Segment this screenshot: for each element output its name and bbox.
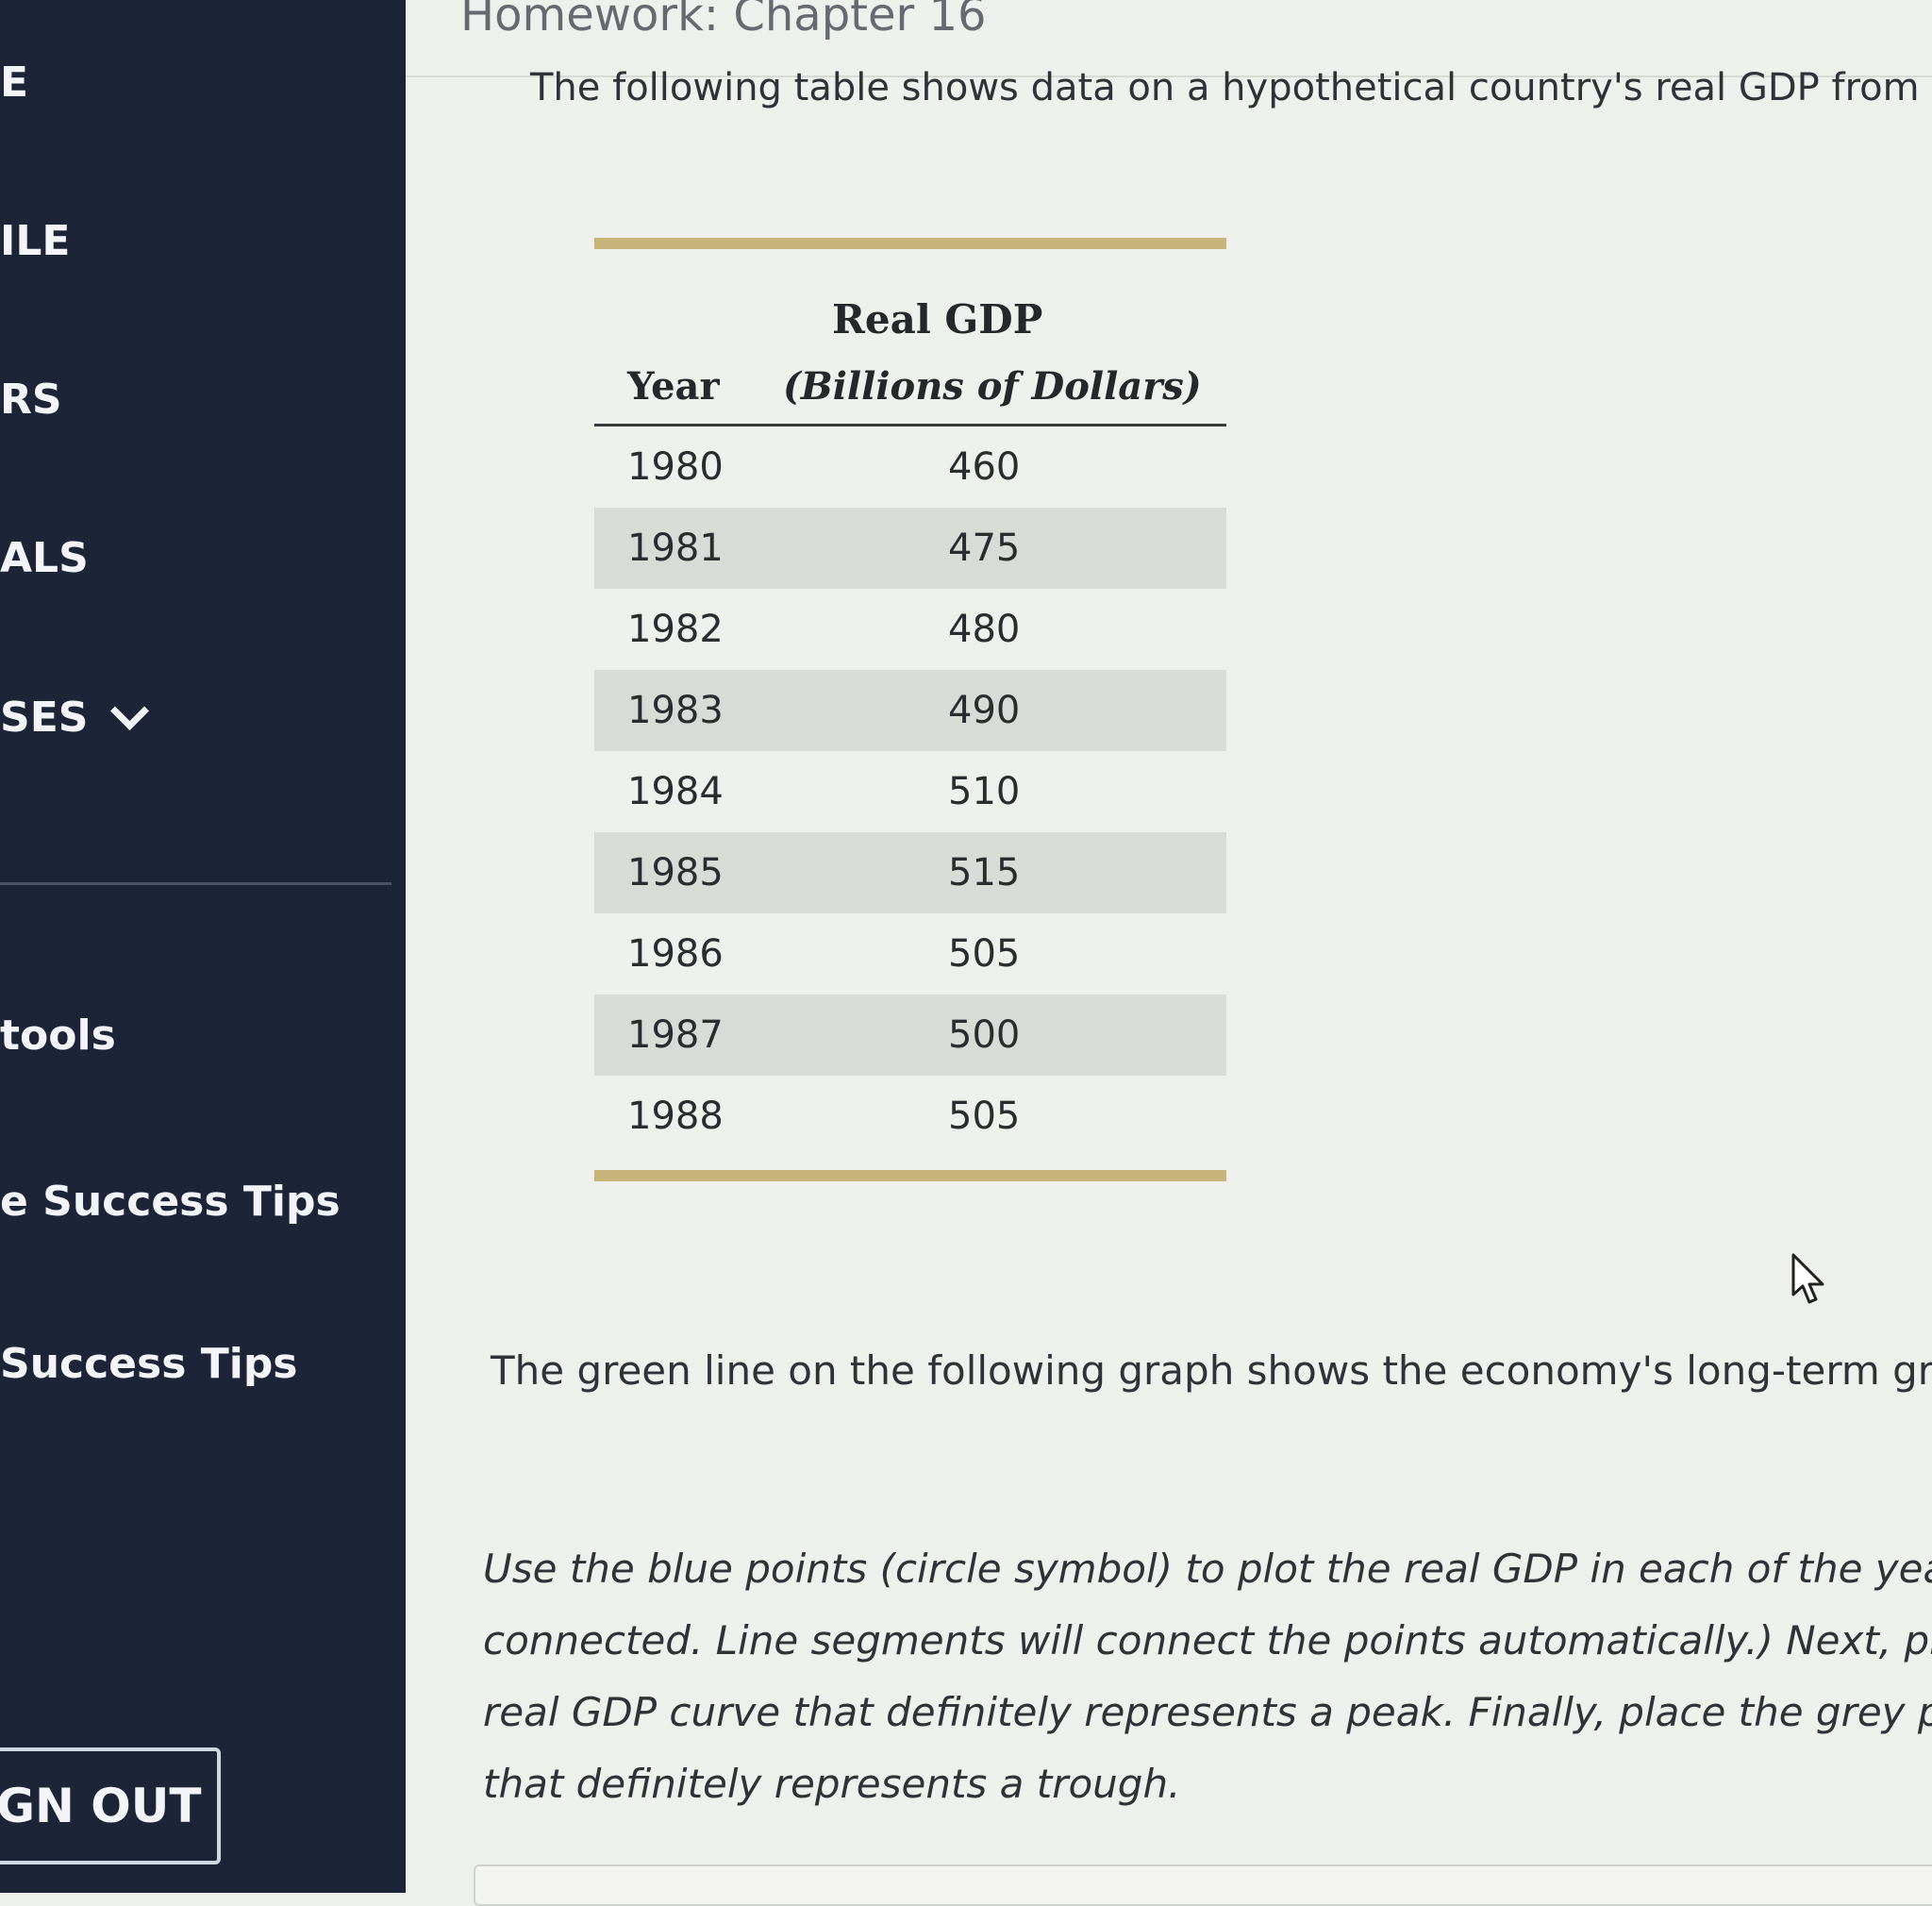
cell-year: 1984 [627, 770, 724, 813]
instructions-line: real GDP curve that definitely represent… [483, 1689, 1932, 1735]
sidebar-item-label: E [0, 59, 29, 107]
sidebar-item-label: RS [0, 376, 62, 424]
sidebar-item-users[interactable]: RS [0, 376, 62, 424]
table-row: 1981 475 [594, 508, 1226, 589]
column-header-year: Year [627, 364, 720, 409]
cell-gdp: 500 [948, 1013, 1021, 1057]
main-content: Homework: Chapter 16 The following table… [406, 0, 1932, 1906]
table-row: 1980 460 [594, 426, 1226, 508]
table-top-rule [594, 238, 1226, 249]
cell-gdp: 460 [948, 445, 1021, 489]
sidebar-item-label: tools [0, 1012, 116, 1060]
table-row: 1987 500 [594, 995, 1226, 1076]
sidebar-item-success-tips-2[interactable]: Success Tips [0, 1340, 298, 1388]
instructions-text: Use the blue points (circle symbol) to p… [483, 1533, 1932, 1820]
instructions-line: connected. Line segments will connect th… [483, 1617, 1932, 1664]
sidebar-item-goals[interactable]: ALS [0, 534, 89, 582]
sidebar-divider [0, 882, 391, 885]
sidebar-item-label: ALS [0, 534, 89, 582]
cell-gdp: 490 [948, 689, 1021, 732]
table-row: 1983 490 [594, 670, 1226, 751]
sidebar-item-label: SES [0, 694, 89, 742]
sidebar-item-label: Success Tips [0, 1340, 298, 1388]
page-title: Homework: Chapter 16 [460, 0, 987, 42]
sidebar-item-success-tips-1[interactable]: e Success Tips [0, 1178, 341, 1226]
cell-gdp: 505 [948, 1095, 1021, 1138]
cell-year: 1982 [627, 608, 724, 651]
sidebar: E ILE RS ALS SES tools e Success Tips Su… [0, 0, 406, 1893]
table-row: 1988 505 [594, 1076, 1226, 1157]
sidebar-item-courses[interactable]: SES [0, 691, 150, 742]
cell-year: 1986 [627, 932, 724, 976]
column-header-units: (Billions of Dollars) [783, 364, 1202, 409]
cell-gdp: 475 [948, 527, 1021, 570]
sidebar-item-home[interactable]: E [0, 59, 28, 107]
cell-year: 1987 [627, 1013, 724, 1057]
mouse-cursor-icon [1791, 1253, 1824, 1304]
graph-description-text: The green line on the following graph sh… [491, 1347, 1932, 1394]
cell-year: 1988 [627, 1095, 724, 1138]
table-row: 1982 480 [594, 589, 1226, 670]
chevron-down-icon[interactable] [110, 691, 150, 731]
column-header-real-gdp: Real GDP [832, 296, 1043, 343]
table-row: 1984 510 [594, 751, 1226, 832]
sign-out-label: GN OUT [0, 1779, 202, 1833]
instructions-line: that definitely represents a trough. [483, 1761, 1181, 1807]
cell-gdp: 515 [948, 851, 1021, 894]
sidebar-item-tools[interactable]: tools [0, 1012, 116, 1060]
cell-year: 1985 [627, 851, 724, 894]
table-header: Real GDP Year (Billions of Dollars) [594, 249, 1226, 426]
cell-gdp: 510 [948, 770, 1021, 813]
instructions-line: Use the blue points (circle symbol) to p… [483, 1546, 1932, 1592]
sign-out-button[interactable]: GN OUT [0, 1747, 221, 1864]
table-row: 1986 505 [594, 913, 1226, 995]
sidebar-item-label: ILE [0, 217, 71, 265]
sidebar-item-profile[interactable]: ILE [0, 217, 70, 265]
table-row: 1985 515 [594, 832, 1226, 913]
cell-year: 1981 [627, 527, 724, 570]
sidebar-item-label: e Success Tips [0, 1178, 341, 1226]
intro-text: The following table shows data on a hypo… [530, 66, 1920, 109]
cell-year: 1983 [627, 689, 724, 732]
cell-gdp: 505 [948, 932, 1021, 976]
graph-panel[interactable] [474, 1864, 1932, 1906]
gdp-table: Real GDP Year (Billions of Dollars) 1980… [594, 238, 1226, 1181]
cell-gdp: 480 [948, 608, 1021, 651]
cell-year: 1980 [627, 445, 724, 489]
table-bottom-rule [594, 1170, 1226, 1181]
